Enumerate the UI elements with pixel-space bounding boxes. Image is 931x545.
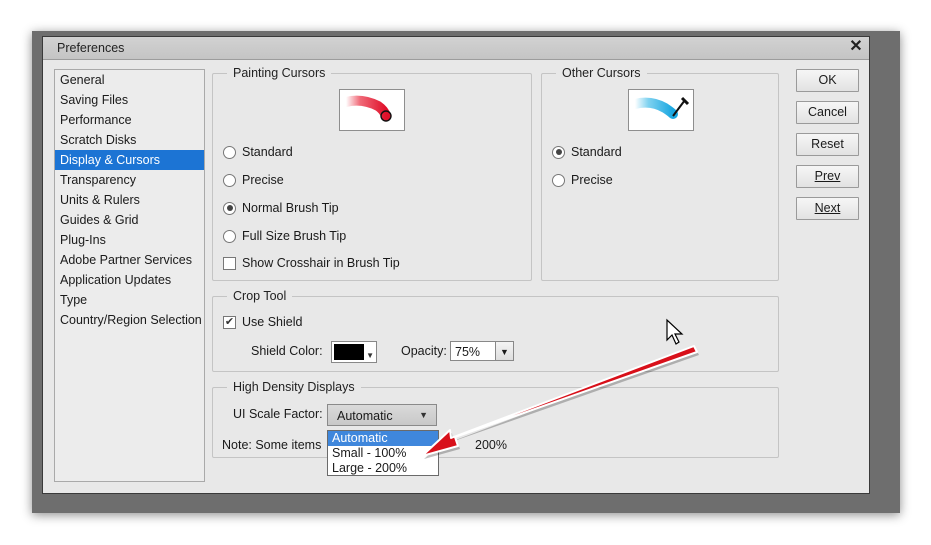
normal-brush-tip-label: Normal Brush Tip	[242, 201, 339, 215]
opacity-dropdown-button[interactable]: ▼	[495, 341, 514, 361]
painting-precise-radio[interactable]: Precise	[223, 171, 284, 189]
nav-item-performance[interactable]: Performance	[55, 110, 204, 130]
nav-item-country-region[interactable]: Country/Region Selection	[55, 310, 204, 330]
painting-cursor-preview	[339, 89, 405, 131]
painting-precise-label: Precise	[242, 173, 284, 187]
crop-tool-legend: Crop Tool	[233, 289, 287, 303]
prev-button[interactable]: Prev	[796, 165, 859, 188]
radio-indicator	[223, 145, 236, 159]
radio-indicator	[223, 201, 236, 215]
other-standard-radio[interactable]: Standard	[552, 143, 622, 161]
brush-stroke-icon	[341, 95, 392, 122]
use-shield-checkbox[interactable]: ✔ Use Shield	[223, 313, 302, 331]
title-bar[interactable]: Preferences ✕	[43, 37, 869, 60]
painting-cursors-legend: Painting Cursors	[233, 66, 326, 80]
next-button[interactable]: Next	[796, 197, 859, 220]
shield-color-swatch[interactable]: ▼	[331, 341, 377, 363]
nav-item-general[interactable]: General	[55, 70, 204, 90]
radio-indicator	[552, 173, 565, 187]
option-automatic[interactable]: Automatic	[328, 431, 438, 446]
other-precise-radio[interactable]: Precise	[552, 171, 613, 189]
chevron-down-icon: ▼	[500, 347, 509, 357]
checkmark-icon: ✔	[223, 315, 236, 329]
show-crosshair-checkbox[interactable]: Show Crosshair in Brush Tip	[223, 254, 400, 272]
eyedropper-stroke-icon	[630, 96, 690, 119]
ui-scale-options-list[interactable]: Automatic Small - 100% Large - 200%	[327, 430, 439, 476]
opacity-input[interactable]: 75%	[450, 341, 496, 361]
ok-button[interactable]: OK	[796, 69, 859, 92]
painting-standard-radio[interactable]: Standard	[223, 143, 293, 161]
ui-scale-value: Automatic	[337, 409, 393, 423]
shield-color-label: Shield Color:	[251, 344, 323, 358]
chevron-down-icon: ▼	[366, 351, 374, 360]
radio-indicator	[223, 229, 236, 243]
note-text: Note: Some items	[222, 438, 322, 452]
other-cursor-preview	[628, 89, 694, 131]
nav-item-display-cursors[interactable]: Display & Cursors	[55, 150, 204, 170]
nav-item-type[interactable]: Type	[55, 290, 204, 310]
nav-item-scratch-disks[interactable]: Scratch Disks	[55, 130, 204, 150]
other-cursors-legend: Other Cursors	[562, 66, 641, 80]
ui-scale-label: UI Scale Factor:	[233, 407, 323, 421]
nav-item-saving-files[interactable]: Saving Files	[55, 90, 204, 110]
opacity-label: Opacity:	[401, 344, 447, 358]
ui-scale-select[interactable]: Automatic ▼	[327, 404, 437, 426]
nav-item-guides-grid[interactable]: Guides & Grid	[55, 210, 204, 230]
option-small-100[interactable]: Small - 100%	[328, 446, 438, 461]
note-text-end: 200%	[475, 438, 507, 452]
painting-standard-label: Standard	[242, 145, 293, 159]
normal-brush-tip-radio[interactable]: Normal Brush Tip	[223, 199, 339, 217]
show-crosshair-label: Show Crosshair in Brush Tip	[242, 256, 400, 270]
nav-item-adobe-partner-services[interactable]: Adobe Partner Services	[55, 250, 204, 270]
nav-item-units-rulers[interactable]: Units & Rulers	[55, 190, 204, 210]
radio-indicator	[223, 173, 236, 187]
use-shield-label: Use Shield	[242, 315, 303, 329]
radio-indicator	[552, 145, 565, 159]
category-list[interactable]: General Saving Files Performance Scratch…	[54, 69, 205, 482]
high-density-legend: High Density Displays	[233, 380, 355, 394]
nav-item-plug-ins[interactable]: Plug-Ins	[55, 230, 204, 250]
other-precise-label: Precise	[571, 173, 613, 187]
chevron-down-icon: ▼	[419, 410, 428, 420]
cancel-button[interactable]: Cancel	[796, 101, 859, 124]
full-size-brush-tip-label: Full Size Brush Tip	[242, 229, 347, 243]
swatch-fill	[334, 344, 364, 360]
nav-item-application-updates[interactable]: Application Updates	[55, 270, 204, 290]
preferences-dialog: Preferences ✕ General Saving Files Perfo…	[42, 36, 870, 494]
full-size-brush-tip-radio[interactable]: Full Size Brush Tip	[223, 227, 346, 245]
option-large-200[interactable]: Large - 200%	[328, 461, 438, 476]
window-title: Preferences	[57, 41, 125, 55]
other-standard-label: Standard	[571, 145, 622, 159]
checkbox-box	[223, 256, 236, 270]
close-icon[interactable]: ✕	[848, 38, 864, 56]
nav-item-transparency[interactable]: Transparency	[55, 170, 204, 190]
reset-button[interactable]: Reset	[796, 133, 859, 156]
